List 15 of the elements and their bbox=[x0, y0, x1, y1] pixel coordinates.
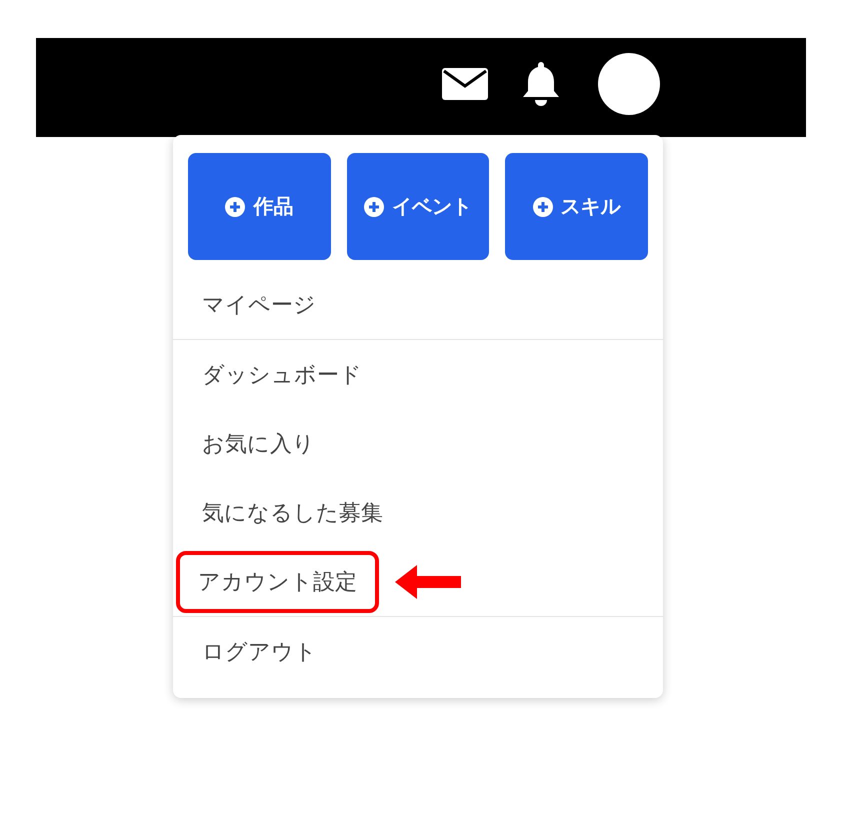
menu-item[interactable]: ログアウト bbox=[202, 636, 317, 666]
menu-item[interactable]: 気になるした募集 bbox=[202, 498, 383, 528]
pointer-arrow bbox=[395, 564, 461, 598]
menu-item[interactable]: マイページ bbox=[202, 290, 316, 320]
create-button[interactable]: 作品 bbox=[188, 153, 331, 260]
create-button[interactable]: イベント bbox=[346, 153, 490, 260]
plus-circle-icon bbox=[225, 196, 246, 216]
menu-item[interactable]: ダッシュボード bbox=[202, 360, 362, 390]
plus-circle-icon bbox=[532, 196, 553, 216]
menu-item[interactable]: お気に入り bbox=[202, 428, 315, 458]
bell-icon[interactable] bbox=[523, 62, 559, 106]
menu-item[interactable]: アカウント設定 bbox=[176, 550, 379, 612]
plus-circle-icon bbox=[364, 196, 384, 216]
mail-icon[interactable] bbox=[442, 68, 488, 100]
create-button[interactable]: スキル bbox=[505, 153, 648, 260]
